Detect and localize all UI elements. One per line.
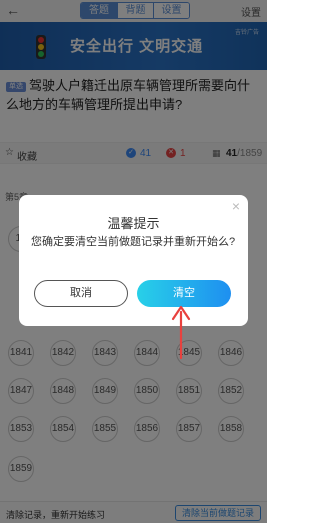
annotation-arrow-icon [171, 305, 191, 360]
close-icon[interactable]: × [232, 198, 240, 214]
confirm-dialog: × 温馨提示 您确定要清空当前做题记录并重新开始么? 取消 清空 [19, 195, 248, 326]
dialog-title: 温馨提示 [107, 216, 160, 231]
dialog-message: 您确定要清空当前做题记录并重新开始么? [31, 236, 236, 248]
cancel-button[interactable]: 取消 [34, 280, 128, 307]
